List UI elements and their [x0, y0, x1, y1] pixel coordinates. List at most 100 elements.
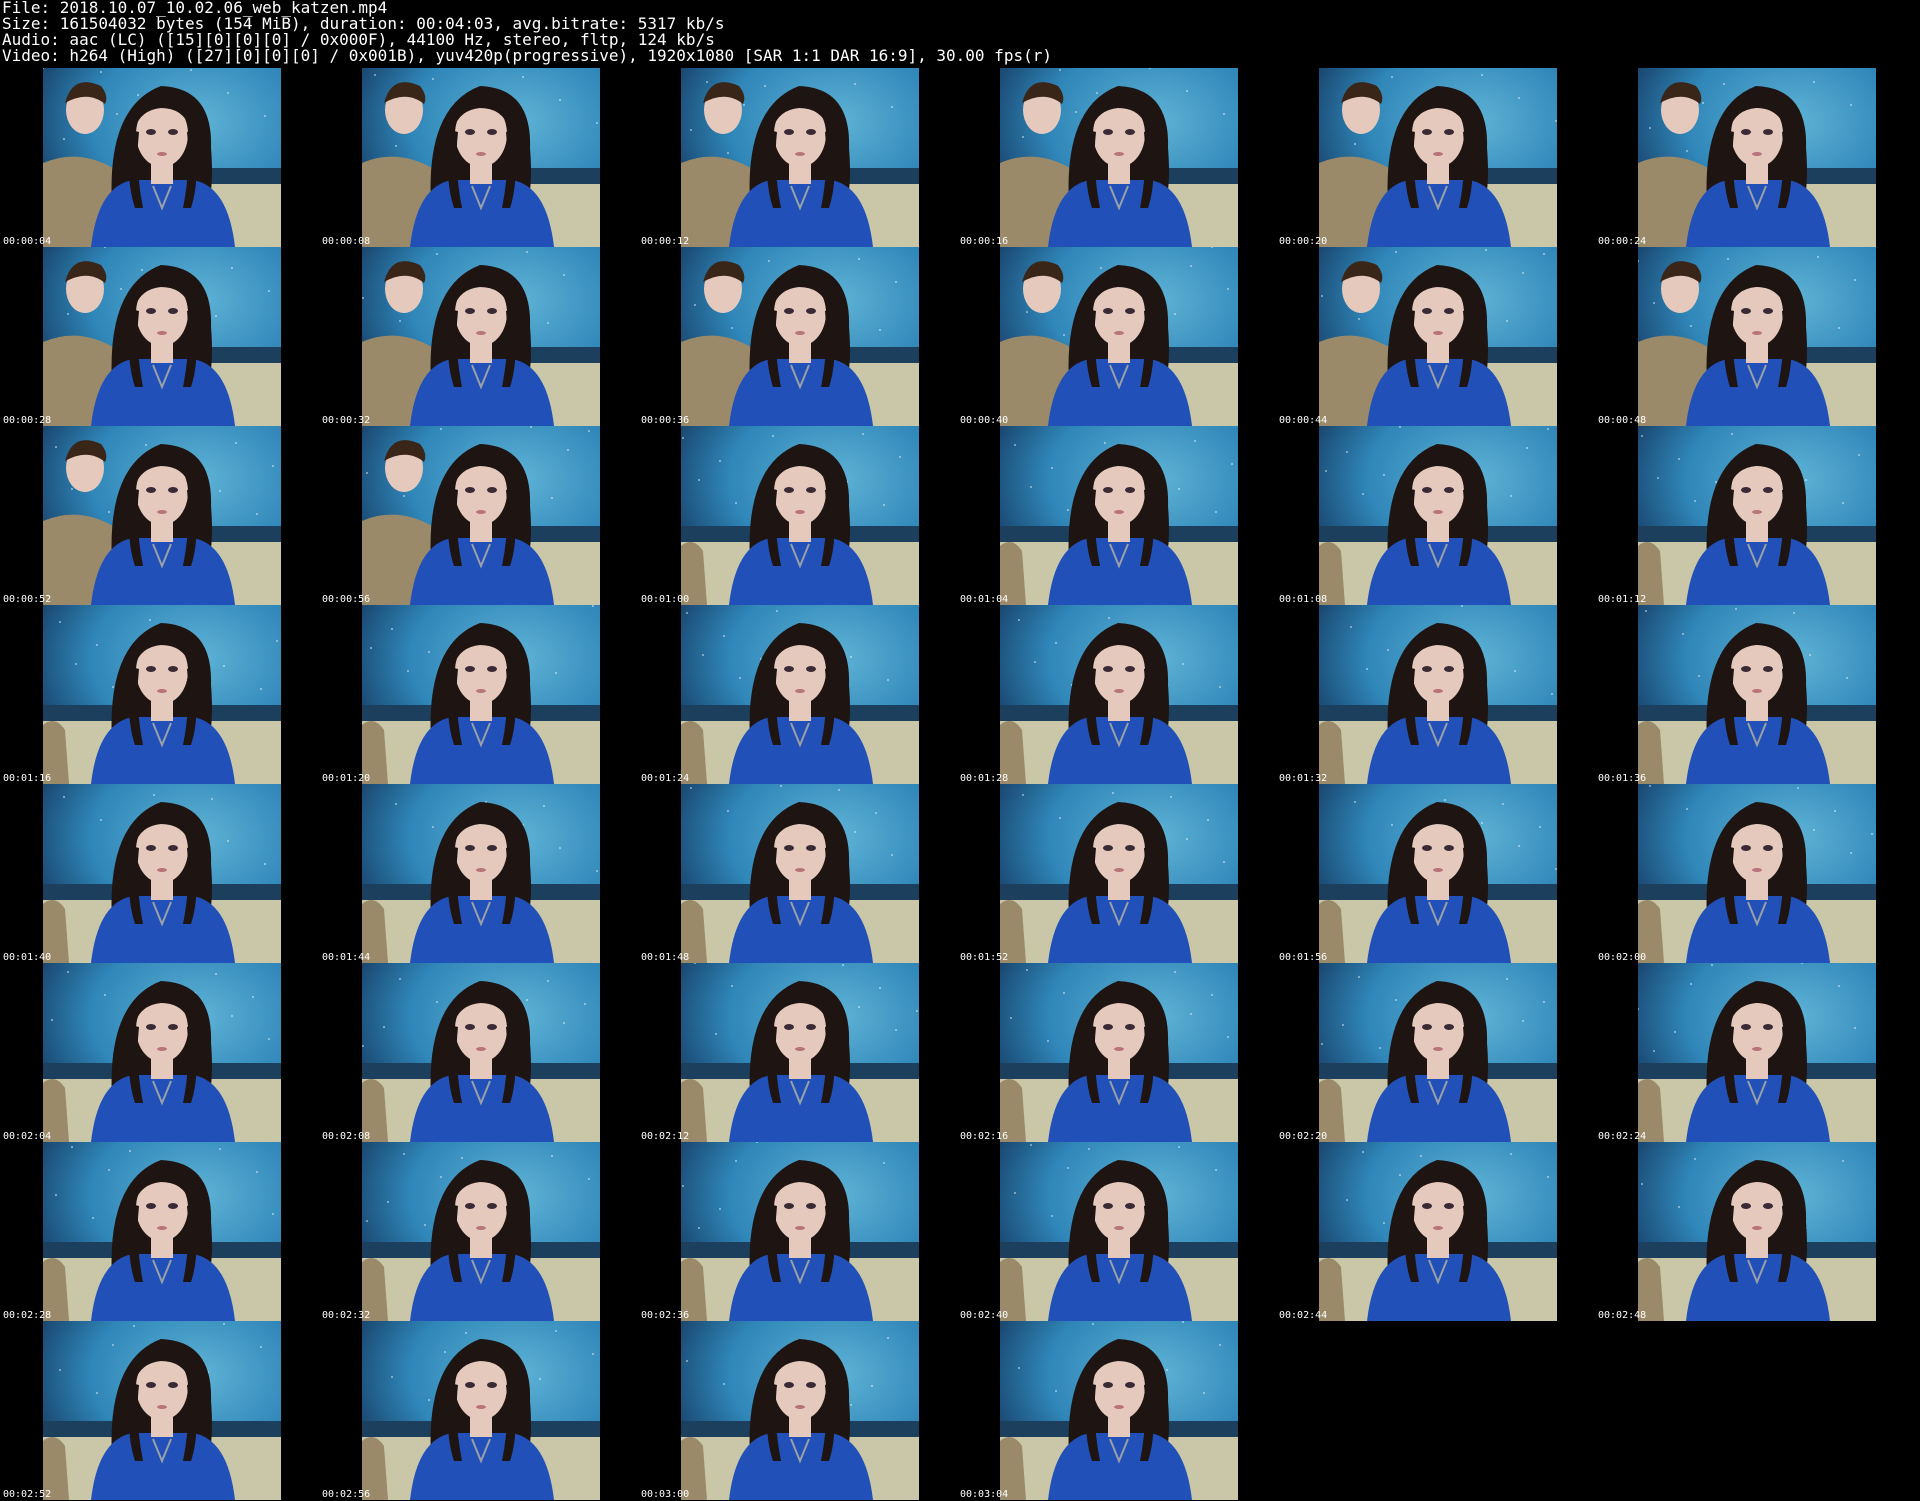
frame-image	[1319, 605, 1557, 784]
video-frame-thumbnail	[362, 247, 600, 426]
video-frame-thumbnail	[362, 784, 600, 963]
thumbnail-cell: 00:00:48	[1595, 247, 1914, 426]
video-frame-thumbnail	[1638, 963, 1876, 1142]
video-line: Video: h264 (High) ([27][0][0][0] / 0x00…	[2, 46, 1052, 65]
frame-image	[1638, 963, 1876, 1142]
thumbnail-cell: 00:02:52	[0, 1321, 319, 1500]
frame-image	[1638, 1142, 1876, 1321]
thumbnail-cell: 00:01:12	[1595, 426, 1914, 605]
frame-image	[362, 1321, 600, 1500]
thumbnail-cell: 00:03:00	[638, 1321, 957, 1500]
video-frame-thumbnail	[1000, 1321, 1238, 1500]
video-frame-thumbnail	[1319, 247, 1557, 426]
frame-image	[681, 784, 919, 963]
thumbnail-cell: 00:01:28	[957, 605, 1276, 784]
video-frame-thumbnail	[362, 426, 600, 605]
video-frame-thumbnail	[43, 426, 281, 605]
thumbnail-cell: 00:00:44	[1276, 247, 1595, 426]
frame-image	[43, 605, 281, 784]
video-frame-thumbnail	[1638, 784, 1876, 963]
frame-image	[1638, 784, 1876, 963]
video-frame-thumbnail	[1638, 1142, 1876, 1321]
thumbnail-cell: 00:00:36	[638, 247, 957, 426]
thumbnail-cell: 00:00:08	[319, 68, 638, 247]
video-frame-thumbnail	[681, 963, 919, 1142]
video-frame-thumbnail	[1319, 68, 1557, 247]
video-frame-thumbnail	[43, 247, 281, 426]
thumbnail-cell: 00:02:24	[1595, 963, 1914, 1142]
video-frame-thumbnail	[681, 605, 919, 784]
frame-image	[681, 68, 919, 247]
thumbnail-cell: 00:00:24	[1595, 68, 1914, 247]
frame-image	[1319, 247, 1557, 426]
thumbnail-cell: 00:01:24	[638, 605, 957, 784]
video-frame-thumbnail	[1319, 426, 1557, 605]
thumbnail-cell: 00:00:52	[0, 426, 319, 605]
video-frame-thumbnail	[681, 784, 919, 963]
video-frame-thumbnail	[1319, 963, 1557, 1142]
frame-image	[1000, 426, 1238, 605]
frame-image	[1319, 1142, 1557, 1321]
thumbnail-cell: 00:01:04	[957, 426, 1276, 605]
video-frame-thumbnail	[681, 426, 919, 605]
thumbnail-cell: 00:02:28	[0, 1142, 319, 1321]
video-frame-thumbnail	[1319, 605, 1557, 784]
frame-image	[43, 426, 281, 605]
thumbnail-cell: 00:00:32	[319, 247, 638, 426]
video-frame-thumbnail	[681, 68, 919, 247]
frame-timestamp: 00:02:52	[3, 1489, 52, 1500]
thumbnail-cell: 00:01:36	[1595, 605, 1914, 784]
video-frame-thumbnail	[1638, 605, 1876, 784]
frame-image	[1000, 784, 1238, 963]
frame-image	[43, 963, 281, 1142]
video-frame-thumbnail	[362, 963, 600, 1142]
frame-image	[681, 963, 919, 1142]
video-frame-thumbnail	[1319, 784, 1557, 963]
video-frame-thumbnail	[1319, 1142, 1557, 1321]
video-frame-thumbnail	[1000, 247, 1238, 426]
frame-image	[43, 68, 281, 247]
info-header: File: 2018.10.07_10.02.06_web_katzen.mp4…	[2, 0, 1902, 64]
video-frame-thumbnail	[1000, 1142, 1238, 1321]
thumbnail-cell: 00:00:04	[0, 68, 319, 247]
thumbnail-cell: 00:02:32	[319, 1142, 638, 1321]
thumbnail-cell: 00:00:12	[638, 68, 957, 247]
thumbnail-cell: 00:01:52	[957, 784, 1276, 963]
thumbnail-cell: 00:01:40	[0, 784, 319, 963]
frame-image	[1000, 963, 1238, 1142]
video-frame-thumbnail	[43, 963, 281, 1142]
frame-image	[1000, 605, 1238, 784]
thumbnail-cell: 00:01:20	[319, 605, 638, 784]
thumbnail-cell: 00:01:56	[1276, 784, 1595, 963]
thumbnail-cell: 00:00:56	[319, 426, 638, 605]
frame-image	[1000, 247, 1238, 426]
thumbnail-cell: 00:02:36	[638, 1142, 957, 1321]
frame-image	[1638, 426, 1876, 605]
frame-image	[362, 1142, 600, 1321]
frame-image	[362, 68, 600, 247]
video-frame-thumbnail	[362, 1321, 600, 1500]
video-frame-thumbnail	[1000, 68, 1238, 247]
frame-image	[43, 1142, 281, 1321]
video-frame-thumbnail	[43, 68, 281, 247]
thumbnail-cell: 00:02:56	[319, 1321, 638, 1500]
frame-timestamp: 00:03:04	[960, 1489, 1009, 1500]
video-frame-thumbnail	[362, 68, 600, 247]
thumbnail-cell: 00:02:00	[1595, 784, 1914, 963]
frame-image	[1000, 68, 1238, 247]
thumbnail-cell: 00:00:28	[0, 247, 319, 426]
video-frame-thumbnail	[1638, 68, 1876, 247]
frame-image	[1319, 963, 1557, 1142]
frame-image	[681, 1321, 919, 1500]
thumbnail-cell: 00:00:40	[957, 247, 1276, 426]
frame-image	[1319, 426, 1557, 605]
video-frame-thumbnail	[43, 605, 281, 784]
frame-image	[1319, 68, 1557, 247]
video-frame-thumbnail	[681, 1321, 919, 1500]
video-frame-thumbnail	[1000, 426, 1238, 605]
frame-image	[681, 426, 919, 605]
thumbnail-cell: 00:02:16	[957, 963, 1276, 1142]
thumbnail-cell: 00:02:04	[0, 963, 319, 1142]
thumbnail-cell: 00:01:32	[1276, 605, 1595, 784]
frame-image	[362, 426, 600, 605]
